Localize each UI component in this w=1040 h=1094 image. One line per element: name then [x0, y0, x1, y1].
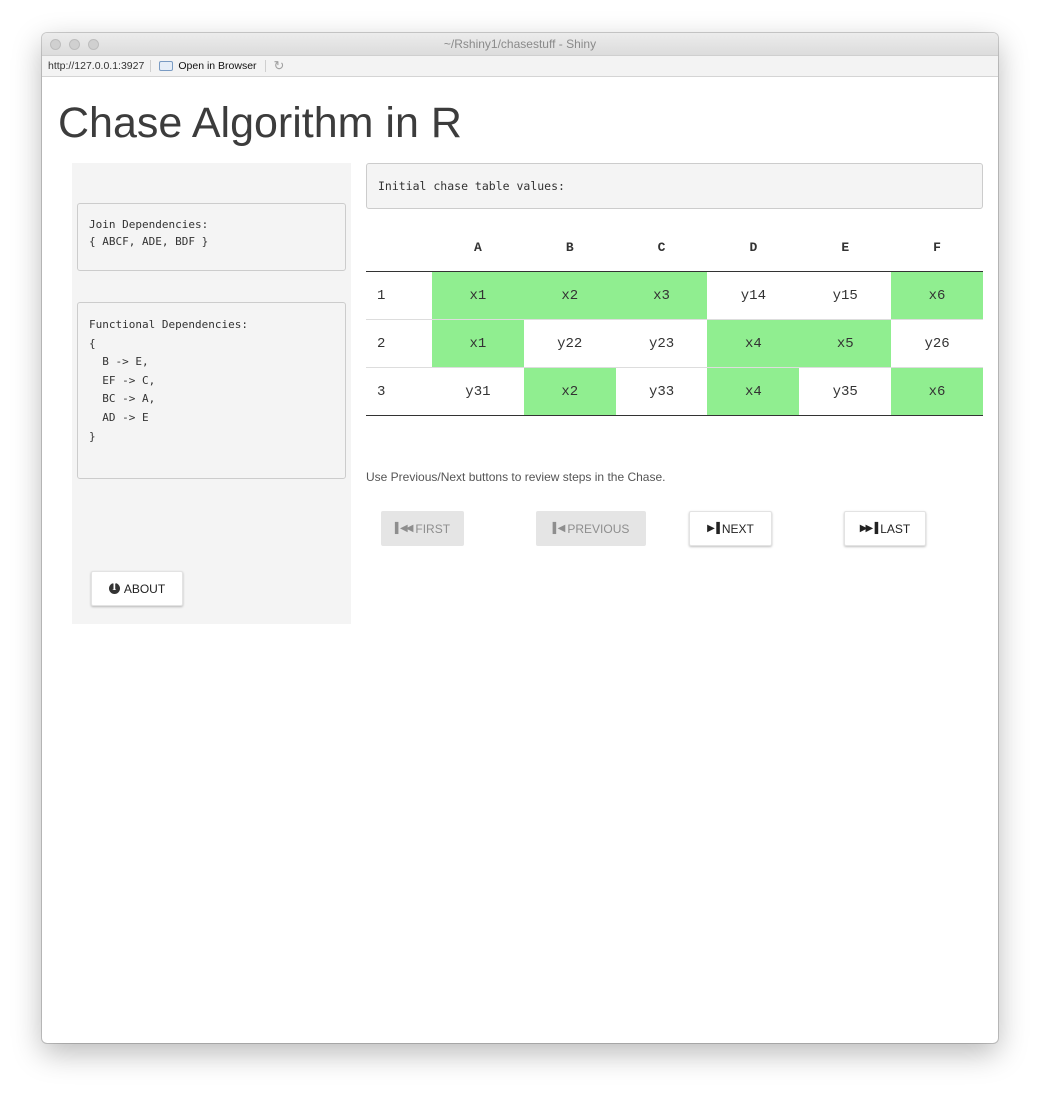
chase-table: A B C D E F 1 x1 x2 x3 y14 y15 x6 2 x1 y…: [366, 223, 983, 416]
previous-button[interactable]: ▌◀ PREVIOUS: [536, 511, 646, 546]
column-header: B: [523, 223, 616, 272]
table-cell: y35: [799, 367, 892, 416]
row-number: 1: [377, 287, 386, 304]
help-text: Use Previous/Next buttons to review step…: [366, 470, 666, 484]
title-bar: ~/Rshiny1/chasestuff - Shiny: [42, 33, 998, 56]
browser-icon: [159, 61, 174, 71]
table-cell: x2: [523, 367, 616, 416]
open-in-browser-button[interactable]: Open in Browser: [151, 60, 266, 72]
table-cell: y23: [615, 319, 708, 368]
table-cell: x5: [799, 319, 892, 368]
app-window: ~/Rshiny1/chasestuff - Shiny http://127.…: [42, 33, 998, 1043]
table-cell: y31: [432, 367, 524, 416]
table-row: 1 x1 x2 x3 y14 y15 x6: [366, 271, 983, 320]
table-cell: x1: [432, 319, 524, 368]
address-bar: http://127.0.0.1:3927 Open in Browser ↻: [42, 56, 998, 77]
join-dependencies-box: Join Dependencies: { ABCF, ADE, BDF }: [77, 203, 346, 271]
table-cell: x6: [891, 271, 983, 320]
step-forward-icon: ▶▐: [707, 523, 720, 534]
table-cell: x3: [615, 271, 708, 320]
table-header-row: A B C D E F: [366, 223, 983, 272]
open-in-browser-label: Open in Browser: [178, 60, 257, 72]
column-header: A: [432, 223, 524, 272]
skip-to-start-icon: ▌◀◀: [394, 523, 414, 534]
table-cell: x4: [707, 367, 800, 416]
refresh-icon[interactable]: ↻: [266, 58, 293, 74]
table-cell: x6: [891, 367, 983, 416]
row-number: 3: [366, 367, 432, 416]
skip-to-end-icon: ▶▶▐: [859, 523, 879, 534]
chase-status-box: Initial chase table values:: [366, 163, 983, 209]
table-cell: y14: [740, 287, 766, 304]
column-header: D: [707, 223, 800, 272]
previous-label: PREVIOUS: [567, 521, 630, 536]
table-cell: y15: [832, 287, 858, 304]
table-cell: y33: [615, 367, 708, 416]
column-header: F: [891, 223, 983, 272]
table-row: 2 x1 y22 y23 x4 x5 y26: [366, 319, 983, 368]
about-label: ABOUT: [123, 581, 166, 596]
table-cell: y22: [523, 319, 616, 368]
about-button[interactable]: i ABOUT: [91, 571, 183, 606]
column-header: C: [615, 223, 708, 272]
step-backward-icon: ▌◀: [552, 523, 566, 534]
table-row: 3 y31 x2 y33 x4 y35 x6: [366, 367, 983, 416]
first-button[interactable]: ▌◀◀ FIRST: [381, 511, 464, 546]
functional-dependencies-box: Functional Dependencies: { B -> E, EF ->…: [77, 302, 346, 479]
table-cell: x1: [432, 271, 524, 320]
row-number: 2: [366, 319, 432, 368]
table-cell: x2: [523, 271, 616, 320]
info-icon: i: [108, 583, 120, 594]
window-title: ~/Rshiny1/chasestuff - Shiny: [443, 37, 597, 51]
column-header: [366, 223, 432, 272]
table-cell: y26: [891, 319, 983, 368]
page-title: Chase Algorithm in R: [58, 99, 462, 147]
first-label: FIRST: [415, 521, 451, 536]
last-label: LAST: [880, 521, 911, 536]
last-button[interactable]: ▶▶▐ LAST: [844, 511, 926, 546]
column-header: E: [799, 223, 892, 272]
url-text[interactable]: http://127.0.0.1:3927: [44, 60, 152, 72]
next-button[interactable]: ▶▐ NEXT: [689, 511, 772, 546]
next-label: NEXT: [721, 521, 754, 536]
sidebar-panel: Join Dependencies: { ABCF, ADE, BDF } Fu…: [72, 163, 351, 624]
table-cell: x4: [707, 319, 800, 368]
